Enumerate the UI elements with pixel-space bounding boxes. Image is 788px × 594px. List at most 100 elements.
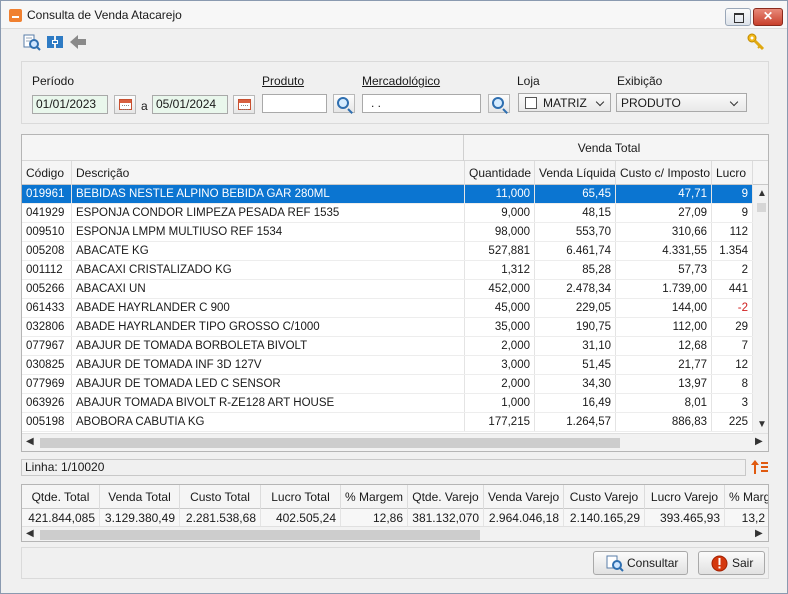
totals-col-header[interactable]: Custo Varejo <box>564 485 645 509</box>
horizontal-scrollbar[interactable]: ◀ ▶ <box>22 433 768 451</box>
consultar-button[interactable]: Consultar <box>593 551 688 575</box>
vertical-scroll-thumb[interactable] <box>757 203 766 212</box>
key-icon[interactable] <box>747 33 765 51</box>
table-row[interactable]: 061433 ABADE HAYRLANDER C 900 45,000 229,05… <box>22 299 753 318</box>
calendar-icon <box>119 99 132 110</box>
table-row[interactable]: 001112 ABACAXI CRISTALIZADO KG 1,312 85,28 5… <box>22 261 753 280</box>
cell-lucro: 9 <box>712 204 753 222</box>
col-header-lucro[interactable]: Lucro <box>712 161 753 185</box>
totals-col-header[interactable]: % Margem <box>725 485 768 509</box>
group-header-venda-total: Venda Total <box>577 141 641 155</box>
totals-horizontal-scrollbar[interactable]: ◀ ▶ <box>22 526 768 541</box>
produto-search-button[interactable] <box>333 94 355 113</box>
cell-descricao: ABAJUR TOMADA BIVOLT R-ZE128 ART HOUSE <box>72 394 465 412</box>
status-bar: Linha: 1/10020 <box>21 459 746 476</box>
totals-col-header[interactable]: Qtde. Varejo <box>408 485 484 509</box>
scroll-down-icon[interactable]: ▼ <box>757 420 767 430</box>
totals-col-header[interactable]: Lucro Varejo <box>645 485 725 509</box>
app-icon <box>9 9 22 22</box>
totals-col-header[interactable]: Qtde. Total <box>22 485 100 509</box>
col-header-quantidade[interactable]: Quantidade <box>465 161 535 185</box>
cell-lucro: 441 <box>712 280 753 298</box>
export-icon[interactable] <box>46 33 64 51</box>
table-row[interactable]: 005266 ABACAXI UN 452,000 2.478,34 1.739,00 4… <box>22 280 753 299</box>
back-arrow-icon[interactable] <box>69 33 87 51</box>
table-row[interactable]: 041929 ESPONJA CONDOR LIMPEZA PESADA REF … <box>22 204 753 223</box>
horizontal-scroll-thumb[interactable] <box>40 438 620 448</box>
date-end-input[interactable]: 05/01/2024 <box>152 95 228 114</box>
cell-codigo: 005208 <box>22 242 72 260</box>
table-row[interactable]: 019961 BEBIDAS NESTLE ALPINO BEBIDA GAR 2… <box>22 185 753 204</box>
chevron-down-icon <box>729 97 739 107</box>
table-row[interactable]: 009510 ESPONJA LMPM MULTIUSO REF 1534 98,0… <box>22 223 753 242</box>
title-bar: Consulta de Venda Atacarejo ✕ <box>1 1 787 29</box>
vertical-scrollbar[interactable]: ▲ ▼ <box>753 185 768 433</box>
table-row[interactable]: 077967 ABAJUR DE TOMADA BORBOLETA BIVOLT 2… <box>22 337 753 356</box>
date-end-calendar-button[interactable] <box>233 95 255 114</box>
col-header-descricao[interactable]: Descrição <box>72 161 465 185</box>
cell-lucro: 1.354 <box>712 242 753 260</box>
group-header-spacer <box>22 135 464 161</box>
table-row[interactable]: 063926 ABAJUR TOMADA BIVOLT R-ZE128 ART H… <box>22 394 753 413</box>
cell-venda-liquida: 85,28 <box>535 261 616 279</box>
produto-input[interactable] <box>262 94 327 113</box>
cell-lucro: 8 <box>712 375 753 393</box>
table-row[interactable]: 005208 ABACATE KG 527,881 6.461,74 4.331,55 1… <box>22 242 753 261</box>
exibicao-select[interactable]: PRODUTO <box>616 93 747 112</box>
cell-lucro: 112 <box>712 223 753 241</box>
totals-col-header[interactable]: Lucro Total <box>261 485 341 509</box>
cell-custo-imposto: 57,73 <box>616 261 712 279</box>
cell-descricao: ABOBORA CABUTIA KG <box>72 413 465 431</box>
scroll-right-icon[interactable]: ▶ <box>755 529 763 539</box>
restore-button[interactable] <box>725 8 751 26</box>
totals-col-header[interactable]: Custo Total <box>180 485 261 509</box>
cell-quantidade: 45,000 <box>465 299 535 317</box>
search-icon[interactable] <box>23 33 41 51</box>
cell-codigo: 030825 <box>22 356 72 374</box>
cell-descricao: ABACATE KG <box>72 242 465 260</box>
totals-value: 12,86 <box>341 509 408 527</box>
sort-icon[interactable] <box>751 459 769 476</box>
table-row[interactable]: 077969 ABAJUR DE TOMADA LED C SENSOR 2,000… <box>22 375 753 394</box>
main-window: Consulta de Venda Atacarejo ✕ Período 01… <box>0 0 788 594</box>
table-row[interactable]: 030825 ABAJUR DE TOMADA INF 3D 127V 3,000 5… <box>22 356 753 375</box>
cell-descricao: ABADE HAYRLANDER TIPO GROSSO C/1000 <box>72 318 465 336</box>
consultar-label: Consultar <box>627 556 679 570</box>
col-header-custo-imposto[interactable]: Custo c/ Imposto <box>616 161 712 185</box>
periodo-label: Período <box>32 74 75 88</box>
search-icon <box>606 555 624 572</box>
col-header-venda-liquida[interactable]: Venda Líquida <box>535 161 616 185</box>
cell-custo-imposto: 8,01 <box>616 394 712 412</box>
loja-checkbox[interactable] <box>525 97 537 109</box>
close-button[interactable]: ✕ <box>753 8 783 26</box>
sair-button[interactable]: Sair <box>698 551 765 575</box>
totals-col-header[interactable]: Venda Varejo <box>484 485 564 509</box>
scroll-left-icon[interactable]: ◀ <box>26 529 34 539</box>
chevron-down-icon <box>595 97 605 107</box>
mercadologico-input[interactable]: . . <box>362 94 481 113</box>
totals-scroll-thumb[interactable] <box>40 530 480 540</box>
cell-codigo: 005198 <box>22 413 72 431</box>
grid-column-header: Código Descrição Quantidade Venda Líquid… <box>22 161 768 185</box>
scroll-right-icon[interactable]: ▶ <box>755 437 763 447</box>
table-row[interactable]: 032806 ABADE HAYRLANDER TIPO GROSSO C/100… <box>22 318 753 337</box>
mercadologico-search-button[interactable] <box>488 94 510 113</box>
cell-codigo: 041929 <box>22 204 72 222</box>
totals-value: 393.465,93 <box>645 509 725 527</box>
cell-venda-liquida: 190,75 <box>535 318 616 336</box>
col-header-codigo[interactable]: Código <box>22 161 72 185</box>
scroll-left-icon[interactable]: ◀ <box>26 437 34 447</box>
loja-select[interactable]: MATRIZ <box>518 93 611 112</box>
date-start-input[interactable]: 01/01/2023 <box>32 95 108 114</box>
totals-value: 13,2 <box>725 509 768 527</box>
loja-selected-value: MATRIZ <box>543 96 587 110</box>
cell-custo-imposto: 21,77 <box>616 356 712 374</box>
scroll-up-icon[interactable]: ▲ <box>757 189 767 199</box>
cell-custo-imposto: 886,83 <box>616 413 712 431</box>
cell-descricao: ABAJUR DE TOMADA BORBOLETA BIVOLT <box>72 337 465 355</box>
table-row[interactable]: 005198 ABOBORA CABUTIA KG 177,215 1.264,57 8… <box>22 413 753 432</box>
totals-value: 421.844,085 <box>22 509 100 527</box>
date-start-calendar-button[interactable] <box>114 95 136 114</box>
totals-col-header[interactable]: % Margem <box>341 485 408 509</box>
totals-col-header[interactable]: Venda Total <box>100 485 180 509</box>
